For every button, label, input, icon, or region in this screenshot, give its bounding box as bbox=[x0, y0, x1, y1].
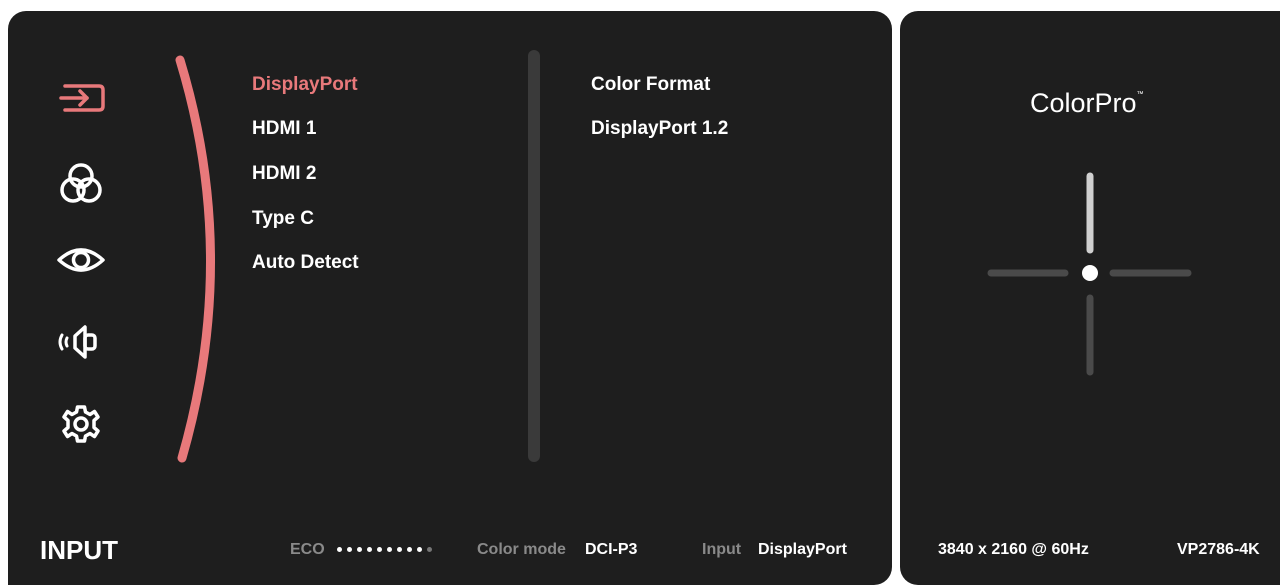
eco-dot bbox=[397, 547, 402, 552]
input-icon[interactable] bbox=[52, 74, 110, 122]
eco-dot bbox=[407, 547, 412, 552]
trademark-mark: ™ bbox=[1136, 91, 1144, 98]
menu-item-displayport[interactable]: DisplayPort bbox=[252, 74, 358, 96]
eco-label: ECO bbox=[290, 541, 325, 558]
osd-main-panel bbox=[8, 11, 892, 585]
eco-dot bbox=[387, 547, 392, 552]
selection-arc bbox=[175, 55, 215, 463]
eco-level-indicator bbox=[337, 547, 432, 552]
eco-dot bbox=[417, 547, 422, 552]
model-name: VP2786-4K bbox=[1177, 541, 1260, 558]
view-mode-icon[interactable] bbox=[52, 236, 110, 284]
navigation-joystick-icon bbox=[987, 172, 1192, 376]
eco-dot bbox=[377, 547, 382, 552]
input-value: DisplayPort bbox=[758, 541, 847, 558]
menu-item-type-c[interactable]: Type C bbox=[252, 208, 314, 230]
color-adjust-icon[interactable] bbox=[52, 160, 110, 208]
menu-item-hdmi-1[interactable]: HDMI 1 bbox=[252, 118, 316, 140]
color-mode-label: Color mode bbox=[477, 541, 566, 558]
eco-dot bbox=[427, 547, 432, 552]
eco-dot bbox=[347, 547, 352, 552]
eco-dot bbox=[357, 547, 362, 552]
audio-icon[interactable] bbox=[52, 318, 110, 366]
input-label: Input bbox=[702, 541, 742, 558]
detail-value[interactable]: DisplayPort 1.2 bbox=[591, 118, 728, 140]
eco-dot bbox=[337, 547, 342, 552]
menu-item-auto-detect[interactable]: Auto Detect bbox=[252, 252, 359, 274]
resolution-info: 3840 x 2160 @ 60Hz bbox=[938, 541, 1089, 558]
setup-menu-icon[interactable] bbox=[52, 400, 110, 448]
menu-scrollbar[interactable] bbox=[528, 50, 540, 462]
section-title: INPUT bbox=[40, 535, 118, 565]
detail-title: Color Format bbox=[591, 74, 711, 95]
color-mode-value: DCI-P3 bbox=[585, 541, 638, 558]
menu-item-hdmi-2[interactable]: HDMI 2 bbox=[252, 163, 316, 185]
brand-text: ColorPro bbox=[1030, 88, 1137, 118]
eco-dot bbox=[367, 547, 372, 552]
colorpro-logo: ColorPro™ bbox=[1030, 88, 1144, 119]
